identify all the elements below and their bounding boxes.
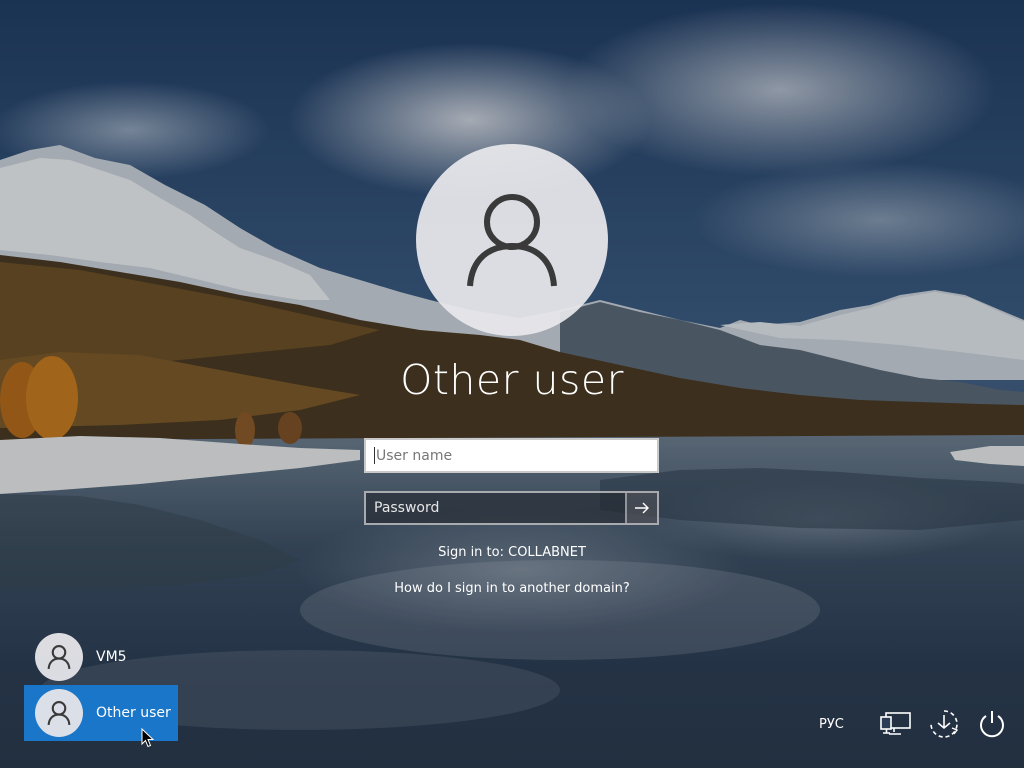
user-tile-label: VM5 — [96, 649, 127, 665]
mouse-cursor-icon — [141, 728, 155, 748]
user-tile-vm5[interactable]: VM5 — [24, 629, 178, 685]
system-tray: РУС — [810, 704, 1010, 744]
other-domain-help-link[interactable]: How do I sign in to another domain? — [312, 581, 712, 596]
account-title: Other user — [400, 356, 624, 404]
ease-of-access-icon[interactable] — [927, 707, 961, 741]
user-tile-label: Other user — [96, 705, 171, 721]
sign-in-domain-text: Sign in to: COLLABNET — [438, 545, 586, 560]
username-input[interactable]: User name — [364, 438, 659, 473]
network-icon[interactable] — [879, 707, 913, 741]
submit-button[interactable] — [625, 493, 657, 523]
user-avatar-large — [416, 144, 608, 336]
text-caret — [374, 447, 375, 464]
avatar — [35, 689, 83, 737]
password-input[interactable]: Password — [364, 491, 659, 525]
input-language-indicator[interactable]: РУС — [810, 717, 865, 732]
avatar — [35, 633, 83, 681]
person-icon — [47, 645, 71, 670]
power-icon[interactable] — [975, 707, 1009, 741]
username-placeholder: User name — [376, 447, 453, 464]
person-icon — [47, 701, 71, 726]
arrow-right-icon — [635, 502, 649, 514]
password-placeholder: Password — [374, 500, 440, 516]
person-icon — [467, 194, 557, 287]
